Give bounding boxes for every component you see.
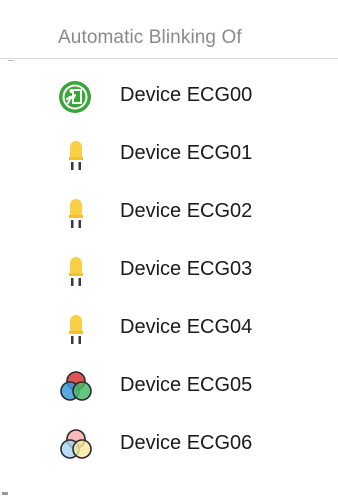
lamp-icon [57,193,95,233]
list-item-device-ecg02[interactable]: Device ECG02 [0,184,338,242]
list-item-device-ecg04[interactable]: Device ECG04 [0,300,338,358]
list-item-device-ecg01[interactable]: Device ECG01 [0,126,338,184]
rgb-color-icon [57,367,95,407]
device-label: Device ECG00 [120,84,253,106]
lamp-icon [57,309,95,349]
device-label: Device ECG06 [120,432,253,454]
list-item-device-ecg05[interactable]: Device ECG05 [0,358,338,416]
rgb-pastel-icon [57,425,95,465]
device-label: Device ECG01 [120,142,253,164]
device-list-panel: Automatic Blinking Of Device ECG00 Devic… [0,0,338,500]
list-item-device-ecg03[interactable]: Device ECG03 [0,242,338,300]
device-label: Device ECG05 [120,374,253,396]
list-item-device-ecg00[interactable]: Device ECG00 [0,68,338,126]
resize-grip-mark [2,492,8,495]
list-item-device-ecg06[interactable]: Device ECG06 [0,416,338,474]
lamp-icon [57,251,95,291]
device-list: Device ECG00 Device ECG01 Device ECG02 D… [0,68,338,474]
device-label: Device ECG03 [120,258,253,280]
device-label: Device ECG04 [120,316,253,338]
emergency-exit-icon [57,77,95,117]
column-header-label: Automatic Blinking Of [58,27,242,48]
lamp-icon [57,135,95,175]
column-header[interactable]: Automatic Blinking Of [0,0,338,59]
header-divider [8,60,14,61]
device-label: Device ECG02 [120,200,253,222]
